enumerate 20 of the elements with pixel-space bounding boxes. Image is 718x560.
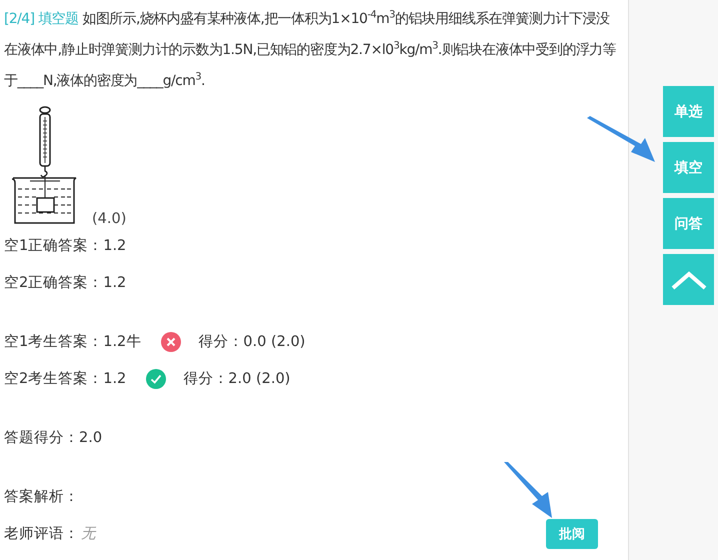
comment-label: 老师评语： (4, 525, 79, 543)
correct-answer: 空1正确答案：1.2 (4, 236, 126, 255)
pointer-arrow-icon (587, 116, 657, 164)
student-answer: 空2考生答案：1.2 (4, 370, 126, 388)
chevron-up-icon (670, 270, 706, 290)
pointer-arrow-icon (502, 462, 554, 520)
review-button[interactable]: 批阅 (546, 518, 598, 548)
nav-button[interactable]: 问答 (663, 198, 714, 249)
question-text: [2/4] 填空题 如图所示,烧杯内盛有某种液体,把一体积为1×10$^{-4}$m$^{3}$的铝块用细线系在弹簧测力计下浸没在液体中,静止时弹簧测力计的示数为1.5N,已知铝的密度为2.7×l0$^{3}$kg/m$^{3}$.则铝块在液体中受到的浮力等于____N,液体的密度为____g/cm$^{3}$. (4, 11, 616, 89)
blank-score: 得分：2.0 (2.0) (183, 370, 290, 388)
back-to-top-button[interactable] (663, 254, 714, 305)
nav-button[interactable]: 单选 (663, 86, 714, 137)
nav-button[interactable]: 填空 (663, 142, 714, 193)
student-answer: 空1考生答案：1.2牛 (4, 332, 142, 351)
analysis-label: 答案解析： (4, 488, 79, 506)
blank-score: 得分：0.0 (2.0) (198, 333, 306, 351)
question-score: (4.0) (92, 211, 126, 227)
total-score: 答题得分：2.0 (4, 429, 102, 447)
correct-answer: 空2正确答案：1.2 (4, 274, 126, 292)
comment-text: 无 (81, 525, 96, 543)
